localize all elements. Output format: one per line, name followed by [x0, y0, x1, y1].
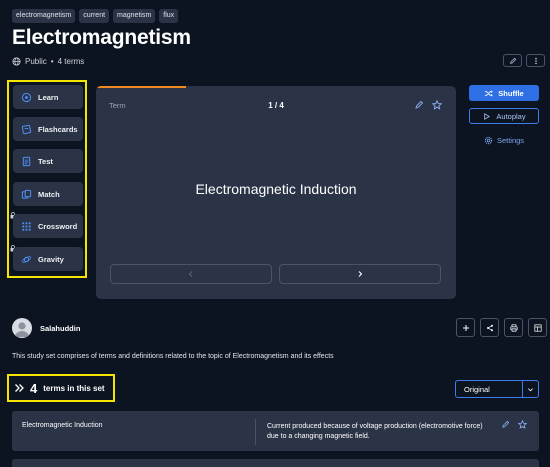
mode-label: Crossword [38, 221, 78, 231]
tag[interactable]: electromagnetism [12, 9, 76, 23]
term-count-label: 4 terms [57, 57, 85, 66]
mode-match[interactable]: Match [13, 182, 83, 206]
previous-card-button[interactable] [110, 264, 272, 284]
tag[interactable]: current [79, 9, 110, 23]
card-term-text: Electromagnetic Induction [195, 181, 357, 197]
chevrons-right-icon [15, 384, 24, 392]
settings-button[interactable]: Settings [469, 133, 539, 147]
gear-icon [484, 136, 493, 144]
mode-label: Match [38, 189, 60, 199]
shuffle-label: Shuffle [498, 88, 524, 98]
share-icon [486, 324, 493, 331]
terms-label: terms in this set [43, 383, 105, 393]
set-tools [456, 318, 547, 337]
crossword-icon [22, 221, 31, 231]
autoplay-label: Autoplay [496, 111, 526, 121]
author-name[interactable]: Salahuddin [40, 324, 80, 333]
mode-label: Flashcards [38, 124, 78, 134]
edit-icon [509, 57, 516, 64]
star-icon[interactable] [518, 420, 527, 429]
terms-count: 4 [30, 380, 38, 396]
tag-list: electromagnetism current magnetism flux [12, 9, 179, 23]
chevron-right-icon [358, 271, 363, 277]
play-icon [484, 112, 491, 120]
sort-dropdown-toggle[interactable] [522, 381, 538, 397]
set-description: This study set comprises of terms and de… [12, 353, 334, 360]
autoplay-button[interactable]: Autoplay [469, 108, 539, 124]
visibility-label: Public [25, 57, 47, 66]
term-divider [255, 419, 256, 445]
term-row: Electromagnetic Induction Current produc… [12, 411, 539, 451]
tag[interactable]: flux [159, 9, 179, 23]
flashcards-icon [21, 124, 32, 134]
mode-crossword[interactable]: Crossword [13, 214, 83, 238]
shuffle-button[interactable]: Shuffle [469, 85, 539, 101]
gravity-icon [22, 255, 31, 263]
settings-label: Settings [496, 135, 525, 145]
match-icon [21, 189, 32, 199]
flashcard[interactable]: Term 1 / 4 Electromagnetic Induction [96, 86, 456, 299]
terms-header: 4 terms in this set [7, 374, 115, 402]
learn-icon [21, 92, 32, 102]
set-actions [503, 54, 545, 67]
sort-selected-value: Original [464, 384, 490, 394]
next-card-button[interactable] [279, 264, 441, 284]
mode-label: Test [38, 156, 53, 166]
sort-select[interactable]: Original [455, 380, 539, 398]
term-actions [501, 420, 527, 429]
user-icon [15, 322, 29, 337]
test-icon [22, 156, 31, 166]
mode-label: Gravity [38, 254, 64, 264]
print-button[interactable] [504, 318, 523, 337]
card-progress-bar [96, 86, 186, 88]
mode-gravity[interactable]: Gravity [13, 247, 83, 271]
chevron-down-icon [528, 387, 533, 391]
card-actions [414, 100, 442, 110]
edit-icon[interactable] [414, 100, 424, 110]
card-position: 1 / 4 [268, 101, 284, 110]
set-meta: Public • 4 terms [12, 57, 84, 66]
mode-label: Learn [38, 92, 59, 102]
embed-button[interactable] [528, 318, 547, 337]
plus-icon [462, 324, 469, 331]
print-icon [509, 323, 518, 332]
mode-learn[interactable]: Learn [13, 85, 83, 109]
chevron-left-icon [188, 271, 193, 277]
more-vertical-icon [534, 57, 537, 64]
edit-icon[interactable] [501, 420, 510, 429]
definition-text: Current produced because of voltage prod… [267, 423, 483, 440]
page-title: Electromagnetism [12, 26, 191, 49]
add-button[interactable] [456, 318, 475, 337]
term-row [12, 459, 539, 467]
star-icon[interactable] [432, 100, 442, 110]
globe-icon [12, 57, 21, 66]
more-options-button[interactable] [526, 54, 545, 67]
layout-icon [533, 323, 542, 332]
tag[interactable]: magnetism [113, 9, 156, 23]
avatar[interactable] [12, 318, 32, 338]
meta-separator: • [50, 57, 54, 66]
share-button[interactable] [480, 318, 499, 337]
term-text: Electromagnetic Induction [22, 422, 103, 429]
mode-flashcards[interactable]: Flashcards [13, 117, 83, 141]
edit-button[interactable] [503, 54, 522, 67]
shuffle-icon [485, 90, 493, 96]
mode-test[interactable]: Test [13, 149, 83, 173]
